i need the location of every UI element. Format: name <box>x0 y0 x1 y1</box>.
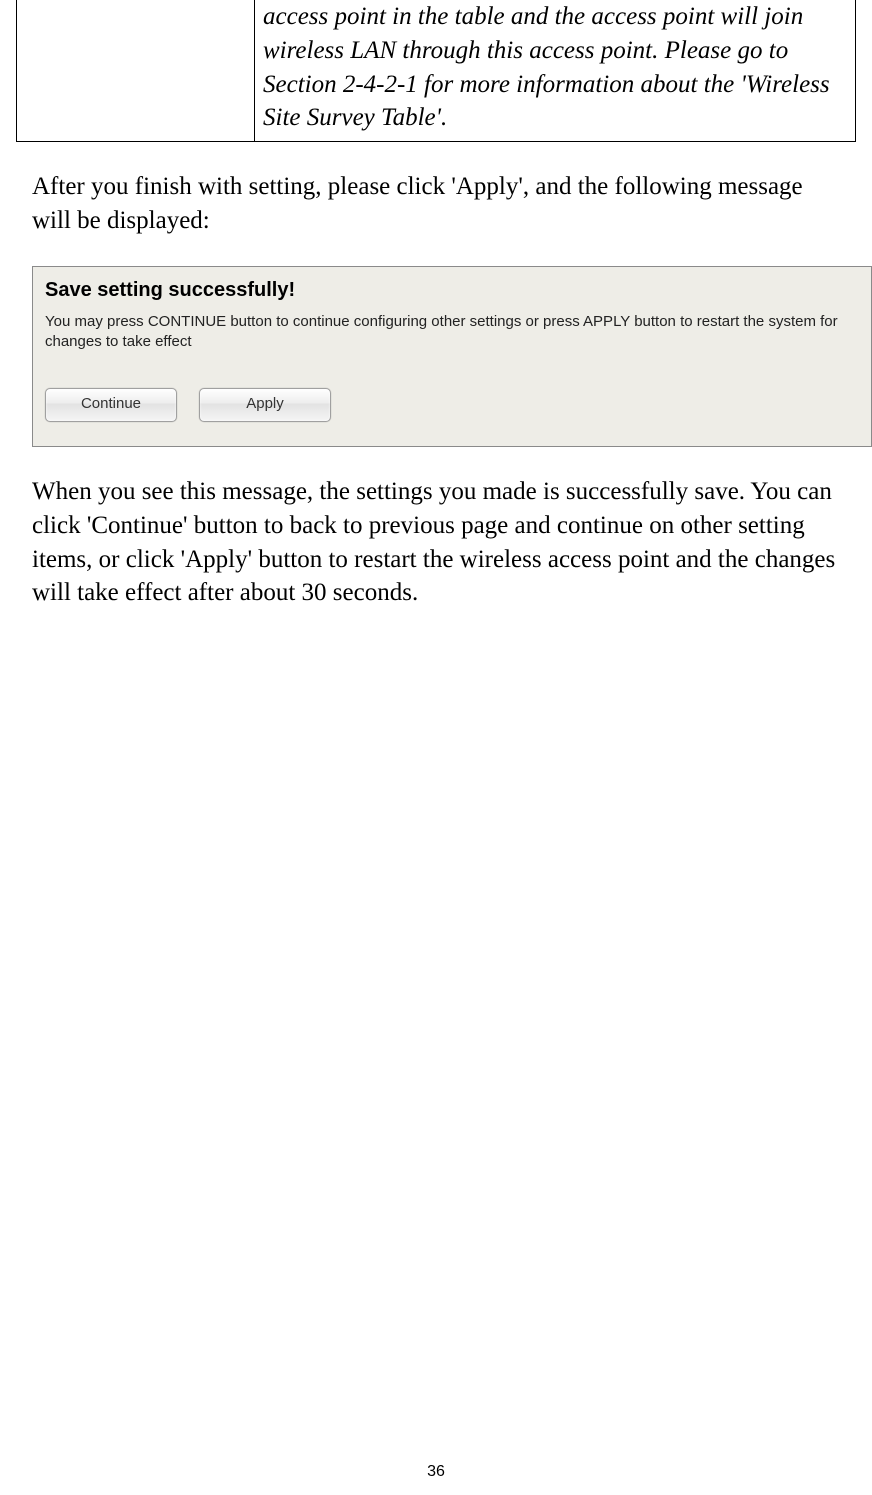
page-number: 36 <box>0 1463 872 1481</box>
partial-table: access point in the table and the access… <box>16 0 856 142</box>
table-cell-left <box>17 0 255 142</box>
save-dialog: Save setting successfully! You may press… <box>32 266 872 448</box>
continue-button[interactable]: Continue <box>45 388 177 422</box>
dialog-body-text: You may press CONTINUE button to continu… <box>45 312 859 353</box>
dialog-title: Save setting successfully! <box>45 279 859 302</box>
table-cell-right: access point in the table and the access… <box>255 0 856 142</box>
dialog-button-row: Continue Apply <box>45 388 859 422</box>
apply-button[interactable]: Apply <box>199 388 331 422</box>
paragraph-explanation: When you see this message, the settings … <box>32 475 840 610</box>
paragraph-intro: After you finish with setting, please cl… <box>32 170 840 238</box>
